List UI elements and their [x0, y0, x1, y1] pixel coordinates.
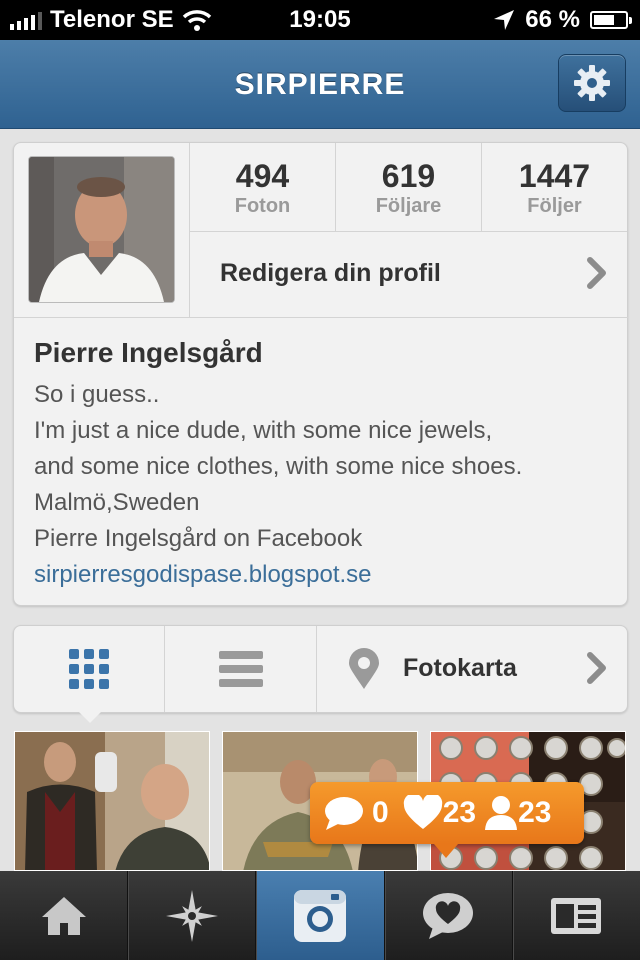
- chevron-right-icon: [587, 652, 606, 684]
- follower-count: 23: [518, 796, 552, 829]
- comment-icon: [325, 797, 363, 830]
- bio-line: Malmö,Sweden: [34, 489, 200, 516]
- grid-icon: [69, 649, 109, 689]
- photo-map-label: Fotokarta: [403, 654, 517, 682]
- list-view-button[interactable]: [164, 626, 317, 712]
- photo-image: [15, 732, 209, 870]
- stat-label: Foton: [234, 195, 291, 217]
- tab-camera[interactable]: [255, 871, 384, 960]
- avatar[interactable]: [28, 156, 175, 303]
- edit-profile-button[interactable]: Redigera din profil: [189, 231, 628, 318]
- explore-star-icon: [165, 889, 218, 942]
- tab-profile[interactable]: [511, 871, 640, 960]
- activity-notification-bubble[interactable]: 0 23 23: [310, 782, 584, 844]
- grid-view-button[interactable]: [14, 626, 164, 712]
- list-icon: [219, 651, 263, 687]
- follower-icon: [485, 796, 518, 830]
- status-bar: Telenor SE 19:05 66 %: [0, 0, 640, 40]
- photo-thumbnail[interactable]: [14, 731, 210, 871]
- divider: [14, 317, 627, 318]
- battery-icon: [590, 11, 632, 29]
- stat-value: 619: [381, 158, 436, 194]
- map-pin-icon: [349, 648, 379, 689]
- tab-activity[interactable]: [383, 871, 512, 960]
- profile-bio: Pierre Ingelsgård So i guess.. I'm just …: [34, 333, 614, 593]
- view-toggle-bar: Fotokarta: [13, 625, 628, 713]
- photo-map-button[interactable]: Fotokarta: [316, 626, 628, 712]
- tab-explore[interactable]: [127, 871, 255, 960]
- stat-value: 1447: [518, 158, 591, 194]
- heart-icon: [403, 795, 442, 829]
- bio-line: and some nice clothes, with some nice sh…: [34, 453, 523, 480]
- gear-icon: [574, 65, 610, 101]
- location-arrow-icon: [494, 10, 515, 30]
- tab-bar: [0, 871, 640, 960]
- notification-tail: [434, 844, 458, 858]
- page-title: SIRPIERRE: [234, 68, 406, 101]
- avatar-photo: [29, 157, 174, 302]
- settings-button[interactable]: [558, 54, 626, 112]
- like-count: 23: [442, 796, 477, 829]
- stat-value: 494: [235, 158, 290, 194]
- profile-card-icon: [551, 897, 602, 934]
- battery-percent: 66 %: [525, 6, 580, 33]
- stat-followers[interactable]: 619 Följare: [335, 143, 481, 231]
- profile-card: 494 Foton 619 Följare 1447 Följer Redige…: [13, 142, 628, 606]
- stat-label: Följare: [375, 195, 442, 217]
- camera-icon: [294, 889, 346, 942]
- profile-stats: 494 Foton 619 Följare 1447 Följer: [189, 143, 627, 232]
- comment-count: 0: [372, 796, 389, 829]
- tab-home[interactable]: [0, 871, 127, 960]
- chevron-right-icon: [587, 257, 606, 289]
- navigation-bar: SIRPIERRE: [0, 40, 640, 129]
- profile-name: Pierre Ingelsgård: [34, 337, 263, 368]
- bio-line: Pierre Ingelsgård on Facebook: [34, 525, 363, 552]
- stat-photos[interactable]: 494 Foton: [189, 143, 335, 231]
- selected-view-pointer: [78, 711, 102, 723]
- bio-line: I'm just a nice dude, with some nice jew…: [34, 417, 493, 444]
- home-icon: [41, 896, 86, 935]
- activity-heart-icon: [423, 892, 474, 939]
- bio-line: So i guess..: [34, 381, 160, 408]
- edit-profile-label: Redigera din profil: [220, 259, 441, 287]
- website-link[interactable]: sirpierresgodispase.blogspot.se: [34, 557, 614, 593]
- stat-label: Följer: [527, 195, 582, 217]
- stat-following[interactable]: 1447 Följer: [481, 143, 627, 231]
